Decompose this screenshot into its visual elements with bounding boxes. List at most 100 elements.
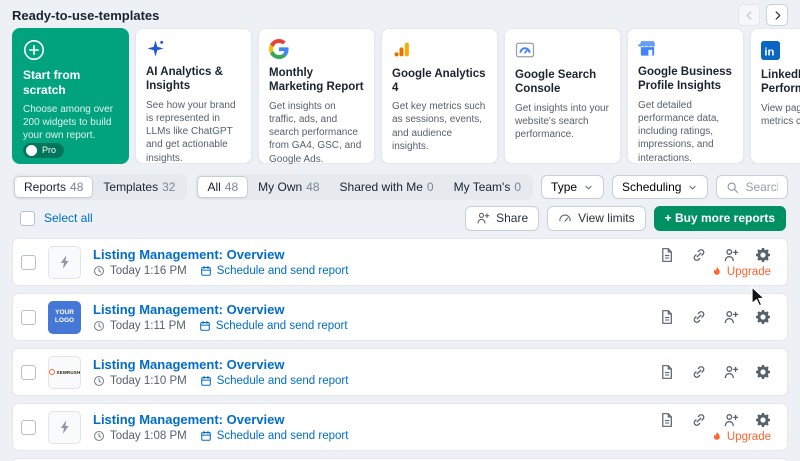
select-all-link[interactable]: Select all xyxy=(44,211,93,225)
flame-icon xyxy=(711,431,723,443)
link-icon[interactable] xyxy=(691,247,707,263)
template-card-ai-insights[interactable]: AI Analytics & Insights See how your bra… xyxy=(135,28,252,164)
carousel-nav xyxy=(738,4,788,26)
list-toolbar: Select all Share View limits + Buy more … xyxy=(0,206,800,230)
card-description: See how your brand is represented in LLM… xyxy=(146,99,241,164)
link-icon[interactable] xyxy=(691,309,707,325)
flame-icon xyxy=(711,266,723,278)
dropdown-label: Scheduling xyxy=(622,180,681,194)
pro-toggle[interactable]: Pro xyxy=(23,143,64,158)
scheduling-dropdown[interactable]: Scheduling xyxy=(612,175,708,199)
search-box xyxy=(716,175,788,199)
schedule-and-send-link[interactable]: Schedule and send report xyxy=(217,430,349,442)
document-icon[interactable] xyxy=(659,364,675,380)
row-checkbox[interactable] xyxy=(21,365,36,380)
card-title: Monthly Marketing Report xyxy=(269,66,364,95)
carousel-prev-button[interactable] xyxy=(738,4,760,26)
template-card-google-analytics-4[interactable]: Google Analytics 4 Get key metrics such … xyxy=(381,28,498,164)
report-info: Listing Management: Overview Today 1:16 … xyxy=(93,247,348,278)
tab-my-teams[interactable]: My Team's 0 xyxy=(444,176,531,198)
template-card-start-from-scratch[interactable]: Start from scratch Choose among over 200… xyxy=(12,28,129,164)
gear-icon[interactable] xyxy=(755,412,771,428)
link-icon[interactable] xyxy=(691,412,707,428)
gear-icon[interactable] xyxy=(755,309,771,325)
clock-icon xyxy=(93,320,105,332)
report-title-link[interactable]: Listing Management: Overview xyxy=(93,357,348,373)
tab-count: 48 xyxy=(225,180,238,194)
search-input[interactable] xyxy=(745,180,778,194)
person-plus-icon[interactable] xyxy=(723,309,739,325)
bolt-icon xyxy=(57,419,73,435)
dropdown-label: Type xyxy=(551,180,577,194)
card-description: View page audience metrics compare xyxy=(761,102,800,128)
report-timestamp: Today 1:16 PM xyxy=(110,265,187,277)
table-row: SEMRUSH Listing Management: Overview Tod… xyxy=(12,348,788,396)
report-title-link[interactable]: Listing Management: Overview xyxy=(93,247,348,263)
gear-icon[interactable] xyxy=(755,247,771,263)
chevron-right-icon xyxy=(771,9,784,22)
tab-label: My Team's xyxy=(454,180,511,194)
ownership-tabs: All 48 My Own 48 Shared with Me 0 My Tea… xyxy=(195,174,533,200)
select-all-checkbox[interactable] xyxy=(20,211,35,226)
thumbnail-logo-text: YOUR LOGO xyxy=(53,309,77,325)
template-card-google-business-profile[interactable]: Google Business Profile Insights Get det… xyxy=(627,28,744,164)
template-card-google-search-console[interactable]: Google Search Console Get insights into … xyxy=(504,28,621,164)
row-checkbox[interactable] xyxy=(21,255,36,270)
person-plus-icon[interactable] xyxy=(723,364,739,380)
row-action-icons xyxy=(659,309,771,325)
tab-reports[interactable]: Reports 48 xyxy=(14,176,93,198)
document-icon[interactable] xyxy=(659,247,675,263)
card-title: Google Analytics 4 xyxy=(392,67,487,96)
row-actions xyxy=(659,364,771,380)
tab-shared-with-me[interactable]: Shared with Me 0 xyxy=(330,176,444,198)
search-console-icon xyxy=(515,39,610,61)
tab-label: My Own xyxy=(258,180,302,194)
type-dropdown[interactable]: Type xyxy=(541,175,604,199)
link-icon[interactable] xyxy=(691,364,707,380)
upgrade-link[interactable]: Upgrade xyxy=(711,266,771,278)
semrush-logo-dot xyxy=(49,369,55,375)
tab-count: 48 xyxy=(306,180,319,194)
row-action-icons xyxy=(659,247,771,263)
view-limits-button[interactable]: View limits xyxy=(547,206,645,231)
report-title-link[interactable]: Listing Management: Overview xyxy=(93,412,348,428)
share-button[interactable]: Share xyxy=(465,206,539,231)
tab-all[interactable]: All 48 xyxy=(197,176,248,198)
report-title-link[interactable]: Listing Management: Overview xyxy=(93,302,348,318)
template-carousel: Start from scratch Choose among over 200… xyxy=(0,28,800,164)
template-card-monthly-marketing[interactable]: Monthly Marketing Report Get insights on… xyxy=(258,28,375,164)
gear-icon[interactable] xyxy=(755,364,771,380)
upgrade-link[interactable]: Upgrade xyxy=(711,431,771,443)
document-icon[interactable] xyxy=(659,412,675,428)
toolbar-actions: Share View limits + Buy more reports xyxy=(465,206,786,231)
report-meta: Today 1:08 PM Schedule and send report xyxy=(93,430,348,442)
row-action-icons xyxy=(659,412,771,428)
schedule-and-send-link[interactable]: Schedule and send report xyxy=(217,265,349,277)
person-plus-icon[interactable] xyxy=(723,412,739,428)
row-checkbox[interactable] xyxy=(21,420,36,435)
tab-my-own[interactable]: My Own 48 xyxy=(248,176,329,198)
card-description: Get insights on traffic, ads, and search… xyxy=(269,100,364,164)
schedule-and-send-link[interactable]: Schedule and send report xyxy=(216,320,348,332)
carousel-next-button[interactable] xyxy=(766,4,788,26)
calendar-icon xyxy=(200,430,212,442)
row-actions: Upgrade xyxy=(659,247,771,278)
report-timestamp: Today 1:08 PM xyxy=(110,430,187,442)
buy-more-reports-button[interactable]: + Buy more reports xyxy=(654,206,786,231)
tab-count: 0 xyxy=(514,180,521,194)
schedule-and-send-link[interactable]: Schedule and send report xyxy=(217,375,349,387)
card-title: Google Search Console xyxy=(515,68,610,97)
person-plus-icon[interactable] xyxy=(723,247,739,263)
button-label: + Buy more reports xyxy=(665,211,775,225)
report-meta: Today 1:11 PM Schedule and send report xyxy=(93,320,348,332)
document-icon[interactable] xyxy=(659,309,675,325)
tab-templates[interactable]: Templates 32 xyxy=(93,176,185,198)
row-action-icons xyxy=(659,364,771,380)
template-card-linkedin[interactable]: in LinkedIn Page Performance View page a… xyxy=(750,28,800,164)
thumbnail-logo-text: SEMRUSH xyxy=(57,370,81,375)
clock-icon xyxy=(93,265,105,277)
report-info: Listing Management: Overview Today 1:11 … xyxy=(93,302,348,333)
tab-count: 48 xyxy=(70,180,83,194)
row-checkbox[interactable] xyxy=(21,310,36,325)
table-row: Listing Management: Overview Today 1:08 … xyxy=(12,403,788,451)
